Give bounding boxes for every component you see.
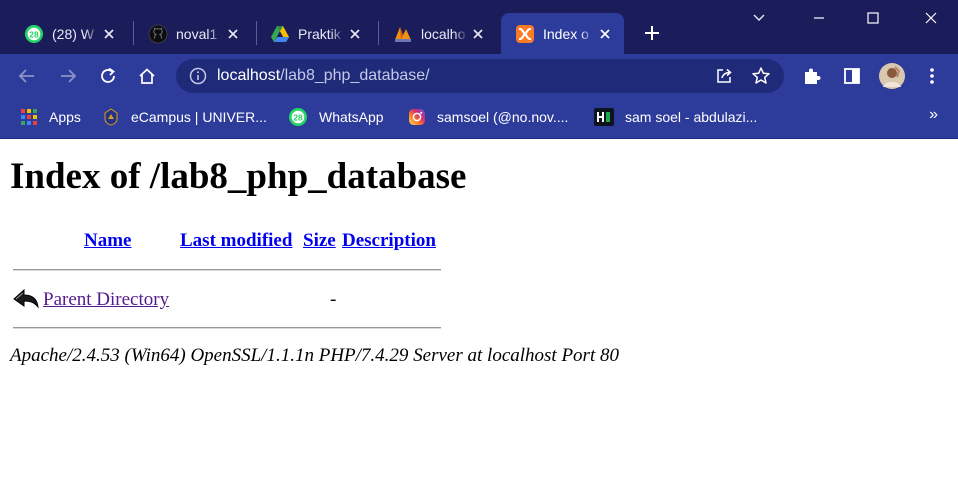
page-content: Index of /lab8_php_database Name Last mo… <box>0 139 958 482</box>
bookmark-whatsapp[interactable]: 28 WhatsApp <box>288 106 384 128</box>
tab-search-button[interactable] <box>732 0 786 36</box>
close-icon <box>925 12 937 24</box>
bookmark-label: sam soel - abdulazi... <box>625 109 758 125</box>
info-icon[interactable] <box>189 67 207 85</box>
home-button[interactable] <box>133 62 161 90</box>
tab-index-active[interactable]: Index o <box>501 13 624 54</box>
phpmyadmin-icon <box>395 26 411 42</box>
apps-grid-icon <box>21 109 37 125</box>
address-bar[interactable]: localhost/lab8_php_database/ <box>176 59 784 93</box>
bookmark-badge: 28 <box>293 112 303 122</box>
plus-icon <box>645 26 659 40</box>
more-vertical-icon <box>930 68 934 84</box>
url-path: /lab8_php_database/ <box>280 67 430 84</box>
tab-title: Praktik <box>298 25 341 42</box>
parent-directory-link[interactable]: Parent Directory <box>43 289 169 311</box>
divider <box>13 327 441 329</box>
star-icon[interactable] <box>751 66 771 86</box>
close-icon[interactable] <box>595 24 615 44</box>
menu-button[interactable] <box>918 62 946 90</box>
tab-title: (28) W <box>52 25 94 42</box>
row-size: - <box>330 289 337 310</box>
bookmark-label: eCampus | UNIVER... <box>131 109 267 125</box>
tab-badge: 28 <box>29 29 39 39</box>
close-icon[interactable] <box>223 24 243 44</box>
column-header-size[interactable]: Size <box>303 230 336 252</box>
tab-phpmyadmin[interactable]: localho <box>379 13 497 54</box>
home-icon <box>139 68 155 84</box>
back-arrow-icon <box>13 288 39 309</box>
reload-button[interactable] <box>94 62 122 90</box>
close-icon[interactable] <box>99 24 119 44</box>
reload-icon <box>101 67 115 83</box>
minimize-icon <box>814 17 824 19</box>
bookmark-label: WhatsApp <box>319 109 384 125</box>
bookmark-label: Apps <box>49 109 81 125</box>
instagram-icon <box>409 109 425 125</box>
side-panel-icon <box>844 68 860 84</box>
url-host: localhost <box>217 67 281 84</box>
whatsapp-icon: 28 <box>25 24 43 43</box>
arrow-left-icon <box>18 69 34 83</box>
minimize-button[interactable] <box>792 0 846 36</box>
back-button[interactable] <box>13 62 41 90</box>
tab-whatsapp[interactable]: 28 (28) W <box>10 13 128 54</box>
column-header-description[interactable]: Description <box>342 230 436 252</box>
bookmark-hackerrank[interactable]: sam soel - abdulazi... <box>594 106 757 128</box>
tab-github[interactable]: noval1 <box>134 13 252 54</box>
bookmark-ecampus[interactable]: eCampus | UNIVER... <box>102 106 267 128</box>
bookmarks-bar: Apps eCampus | UNIVER... 28 WhatsApp sam… <box>0 98 958 138</box>
extensions-button[interactable] <box>798 62 826 90</box>
google-drive-icon <box>271 25 289 42</box>
forward-button[interactable] <box>54 62 82 90</box>
new-tab-button[interactable] <box>638 19 666 47</box>
bookmark-apps[interactable]: Apps <box>20 106 81 128</box>
page-title: Index of /lab8_php_database <box>10 156 467 197</box>
server-signature: Apache/2.4.53 (Win64) OpenSSL/1.1.1n PHP… <box>10 345 619 366</box>
side-panel-button[interactable] <box>838 62 866 90</box>
tab-title: localho <box>421 25 466 42</box>
close-icon[interactable] <box>468 24 488 44</box>
bookmarks-overflow-button[interactable]: » <box>929 106 938 124</box>
bookmark-instagram[interactable]: samsoel (@no.nov.... <box>408 106 568 128</box>
tab-strip: 28 (28) W noval1 Praktik localho Index o <box>0 0 958 54</box>
maximize-button[interactable] <box>846 0 900 36</box>
browser-toolbar: localhost/lab8_php_database/ <box>0 54 958 98</box>
puzzle-icon <box>805 68 821 84</box>
window-close-button[interactable] <box>904 0 958 36</box>
maximize-icon <box>867 12 879 24</box>
tab-google-drive[interactable]: Praktik <box>256 13 374 54</box>
avatar <box>879 63 905 89</box>
bookmark-label: samsoel (@no.nov.... <box>437 109 569 125</box>
arrow-right-icon <box>61 69 77 83</box>
column-header-last-modified[interactable]: Last modified <box>180 230 292 252</box>
tab-title: noval1 <box>176 25 218 42</box>
whatsapp-icon: 28 <box>289 108 307 126</box>
close-icon[interactable] <box>345 24 365 44</box>
github-icon <box>148 24 168 43</box>
column-header-name[interactable]: Name <box>84 230 131 252</box>
tab-title: Index o <box>543 25 589 42</box>
chevron-down-icon <box>753 14 765 21</box>
url-text[interactable]: localhost/lab8_php_database/ <box>217 67 430 85</box>
share-icon[interactable] <box>714 66 734 86</box>
divider <box>13 269 441 271</box>
profile-button[interactable] <box>878 62 906 90</box>
hackerrank-icon <box>594 108 614 126</box>
university-icon <box>104 108 118 126</box>
xampp-icon <box>516 24 534 43</box>
